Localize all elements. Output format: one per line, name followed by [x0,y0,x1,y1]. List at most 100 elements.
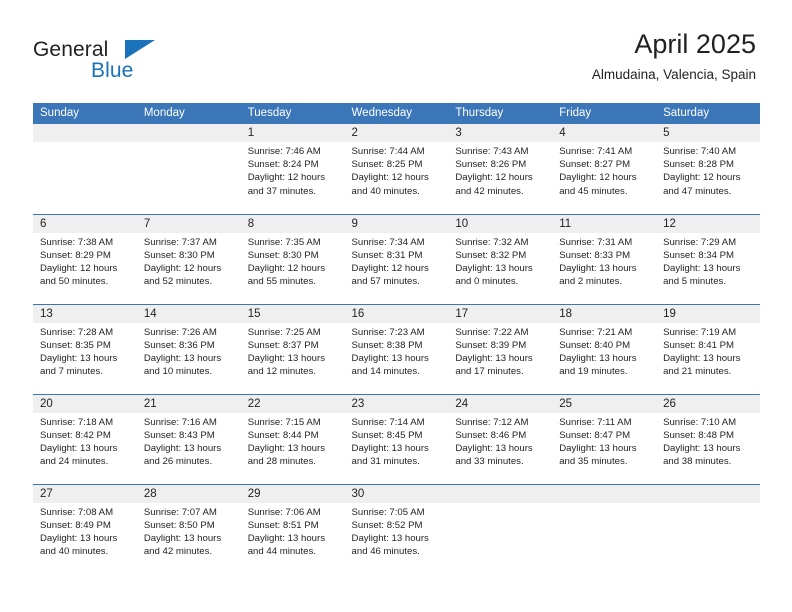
sunrise-text: Sunrise: 7:15 AM [247,416,321,428]
sunrise-text: Sunrise: 7:31 AM [559,236,633,248]
sunset-text: Sunset: 8:37 PM [247,339,319,351]
sunrise-text: Sunrise: 7:19 AM [663,326,737,338]
calendar-day-cell[interactable]: 16 Sunrise: 7:23 AM Sunset: 8:38 PM Dayligh… [344,303,449,394]
daylight-text: Daylight: 12 hours and 57 minutes. [351,262,429,288]
day-number: 16 [344,304,449,323]
day-sun-info: Sunrise: 7:46 AM Sunset: 8:24 PM Daylight:… [241,142,345,198]
sunrise-text: Sunrise: 7:43 AM [455,146,529,157]
day-sun-info: Sunrise: 7:43 AM Sunset: 8:26 PM Daylight:… [448,142,552,198]
calendar-page: General Blue April 2025 Almudaina, Valen… [0,0,792,612]
calendar-day-cell-empty [136,124,241,214]
daylight-text: Daylight: 13 hours and 44 minutes. [247,532,326,558]
calendar-day-cell[interactable]: 4 Sunrise: 7:41 AM Sunset: 8:27 PM Daylight… [552,124,657,214]
calendar-day-cell[interactable]: 6 Sunrise: 7:38 AM Sunset: 8:29 PM Daylight… [33,213,137,304]
daylight-text: Daylight: 13 hours and 31 minutes. [351,442,429,468]
calendar-day-cell[interactable]: 15 Sunrise: 7:25 AM Sunset: 8:37 PM Dayligh… [240,303,345,394]
sunrise-text: Sunrise: 7:46 AM [247,146,321,157]
day-sun-info: Sunrise: 7:44 AM Sunset: 8:25 PM Daylight:… [345,142,449,198]
day-sun-info: Sunrise: 7:38 AM Sunset: 8:29 PM Daylight:… [33,233,137,289]
calendar-day-cell[interactable]: 3 Sunrise: 7:43 AM Sunset: 8:26 PM Daylight… [448,124,553,214]
calendar-day-cell[interactable]: 22 Sunrise: 7:15 AM Sunset: 8:44 PM Dayligh… [240,393,345,484]
sunset-text: Sunset: 8:27 PM [559,159,631,171]
daylight-text: Daylight: 13 hours and 35 minutes. [559,442,637,468]
daylight-text: Daylight: 13 hours and 21 minutes. [663,352,741,378]
calendar-week-row: 13 Sunrise: 7:28 AM Sunset: 8:35 PM Dayligh… [33,303,760,394]
day-number: 5 [656,124,760,142]
calendar-day-cell[interactable]: 18 Sunrise: 7:21 AM Sunset: 8:40 PM Dayligh… [552,303,657,394]
sunrise-text: Sunrise: 7:25 AM [247,326,321,338]
calendar-day-cell[interactable]: 14 Sunrise: 7:26 AM Sunset: 8:36 PM Dayligh… [136,303,241,394]
weekday-header-saturday: Saturday [656,103,760,124]
calendar-day-cell[interactable]: 26 Sunrise: 7:10 AM Sunset: 8:48 PM Dayligh… [656,393,760,484]
sunset-text: Sunset: 8:51 PM [247,519,319,531]
sunset-text: Sunset: 8:31 PM [351,249,423,261]
daylight-text: Daylight: 12 hours and 52 minutes. [143,262,222,288]
calendar-day-cell[interactable]: 9 Sunrise: 7:34 AM Sunset: 8:31 PM Daylight… [344,213,449,304]
sunset-text: Sunset: 8:35 PM [40,339,111,351]
daylight-text: Daylight: 12 hours and 42 minutes. [455,172,533,197]
calendar-day-cell[interactable]: 12 Sunrise: 7:29 AM Sunset: 8:34 PM Dayligh… [656,213,760,304]
sunrise-text: Sunrise: 7:08 AM [40,506,114,518]
calendar-day-cell[interactable]: 1 Sunrise: 7:46 AM Sunset: 8:24 PM Daylight… [240,124,345,214]
calendar-day-cell[interactable]: 19 Sunrise: 7:19 AM Sunset: 8:41 PM Dayligh… [656,303,760,394]
brand-logo[interactable]: General Blue [33,38,223,86]
sunset-text: Sunset: 8:36 PM [143,339,215,351]
daylight-text: Daylight: 13 hours and 2 minutes. [559,262,637,288]
calendar-day-cell[interactable]: 13 Sunrise: 7:28 AM Sunset: 8:35 PM Dayligh… [33,303,137,394]
calendar-week-row: 27 Sunrise: 7:08 AM Sunset: 8:49 PM Dayligh… [33,483,760,574]
day-number: 27 [33,484,137,503]
calendar-day-cell[interactable]: 17 Sunrise: 7:22 AM Sunset: 8:39 PM Dayligh… [448,303,553,394]
blue-triangle-icon [125,40,155,59]
day-number: 12 [656,214,760,233]
sunrise-text: Sunrise: 7:11 AM [559,416,632,428]
day-sun-info: Sunrise: 7:34 AM Sunset: 8:31 PM Daylight:… [345,233,449,289]
calendar-week-row: 6 Sunrise: 7:38 AM Sunset: 8:29 PM Daylight… [33,213,760,304]
day-sun-info: Sunrise: 7:06 AM Sunset: 8:51 PM Daylight:… [241,503,345,559]
calendar-day-cell[interactable]: 29 Sunrise: 7:06 AM Sunset: 8:51 PM Dayligh… [240,483,345,574]
calendar-day-cell[interactable]: 25 Sunrise: 7:11 AM Sunset: 8:47 PM Dayligh… [552,393,657,484]
daylight-text: Daylight: 13 hours and 24 minutes. [40,442,118,468]
calendar-day-cell[interactable]: 2 Sunrise: 7:44 AM Sunset: 8:25 PM Daylight… [344,124,449,214]
calendar-day-cell[interactable]: 10 Sunrise: 7:32 AM Sunset: 8:32 PM Dayligh… [448,213,553,304]
calendar-day-cell[interactable]: 21 Sunrise: 7:16 AM Sunset: 8:43 PM Dayligh… [136,393,241,484]
day-number [33,124,137,142]
sunset-text: Sunset: 8:28 PM [663,159,734,171]
calendar-day-cell-empty [448,483,553,574]
calendar-day-cell[interactable]: 7 Sunrise: 7:37 AM Sunset: 8:30 PM Daylight… [136,213,241,304]
sunset-text: Sunset: 8:24 PM [247,159,319,171]
weekday-header-monday: Monday [136,103,241,124]
sunrise-text: Sunrise: 7:18 AM [40,416,114,428]
sunset-text: Sunset: 8:43 PM [143,429,215,441]
sunset-text: Sunset: 8:49 PM [40,519,111,531]
day-number: 9 [344,214,449,233]
daylight-text: Daylight: 13 hours and 14 minutes. [351,352,429,378]
calendar-day-cell[interactable]: 11 Sunrise: 7:31 AM Sunset: 8:33 PM Dayligh… [552,213,657,304]
day-number: 22 [240,394,345,413]
daylight-text: Daylight: 12 hours and 40 minutes. [351,172,429,197]
sunrise-text: Sunrise: 7:44 AM [351,146,425,157]
calendar-day-cell[interactable]: 24 Sunrise: 7:12 AM Sunset: 8:46 PM Dayligh… [448,393,553,484]
daylight-text: Daylight: 13 hours and 0 minutes. [455,262,533,288]
page-subtitle: Almudaina, Valencia, Spain [591,67,756,82]
calendar-day-cell[interactable]: 27 Sunrise: 7:08 AM Sunset: 8:49 PM Dayligh… [33,483,137,574]
day-sun-info: Sunrise: 7:25 AM Sunset: 8:37 PM Daylight:… [241,323,345,379]
sunset-text: Sunset: 8:30 PM [247,249,319,261]
calendar-day-cell[interactable]: 28 Sunrise: 7:07 AM Sunset: 8:50 PM Dayligh… [136,483,241,574]
daylight-text: Daylight: 13 hours and 17 minutes. [455,352,533,378]
calendar-day-cell-empty [552,483,657,574]
calendar-day-cell[interactable]: 8 Sunrise: 7:35 AM Sunset: 8:30 PM Daylight… [240,213,345,304]
calendar-day-cell[interactable]: 30 Sunrise: 7:05 AM Sunset: 8:52 PM Dayligh… [344,483,449,574]
day-sun-info: Sunrise: 7:16 AM Sunset: 8:43 PM Daylight:… [137,413,241,469]
day-number: 7 [136,214,241,233]
daylight-text: Daylight: 13 hours and 40 minutes. [40,532,118,558]
calendar-day-cell[interactable]: 20 Sunrise: 7:18 AM Sunset: 8:42 PM Dayligh… [33,393,137,484]
calendar-day-cell[interactable]: 5 Sunrise: 7:40 AM Sunset: 8:28 PM Daylight… [656,124,760,214]
day-number: 11 [552,214,657,233]
sunrise-text: Sunrise: 7:14 AM [351,416,425,428]
title-block: April 2025 Almudaina, Valencia, Spain [592,28,756,84]
daylight-text: Daylight: 12 hours and 50 minutes. [40,262,118,288]
sunset-text: Sunset: 8:32 PM [455,249,527,261]
calendar-day-cell[interactable]: 23 Sunrise: 7:14 AM Sunset: 8:45 PM Dayligh… [344,393,449,484]
brand-name-blue: Blue [91,59,134,82]
sunrise-text: Sunrise: 7:21 AM [559,326,633,338]
